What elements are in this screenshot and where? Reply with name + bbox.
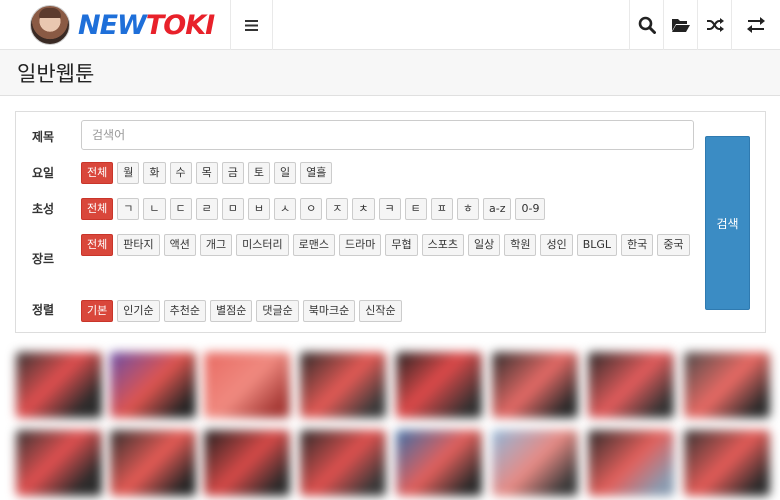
shuffle-icon — [706, 18, 724, 32]
genre-filter-chip[interactable]: 무협 — [385, 234, 418, 256]
sort-option-chip[interactable]: 기본 — [81, 300, 114, 322]
sort-option-chip[interactable]: 별점순 — [210, 300, 253, 322]
title-label: 제목 — [32, 130, 55, 144]
genre-filter-chip[interactable]: 개그 — [199, 234, 233, 256]
initial-filter-chip[interactable]: ㄱ — [117, 198, 140, 220]
day-filter-chip[interactable]: 목 — [195, 162, 218, 184]
page-title: 일반웹툰 — [17, 62, 95, 86]
initial-filter-chip[interactable]: ㅈ — [326, 198, 349, 220]
genre-filter-chip[interactable]: 드라마 — [338, 234, 382, 256]
swap-icon — [747, 17, 765, 33]
genre-filter-chip[interactable]: 중국 — [657, 234, 690, 256]
hamburger-icon — [245, 19, 258, 31]
webtoon-thumbnail[interactable] — [396, 430, 482, 496]
folder-button[interactable] — [663, 0, 697, 50]
initial-filter-chip[interactable]: a-z — [483, 198, 512, 220]
webtoon-thumbnail[interactable] — [588, 430, 674, 496]
initial-filter-group: 전체 ㄱㄴㄷㄹㅁㅂㅅㅇㅈㅊㅋㅌㅍㅎ a-z 0-9 — [81, 198, 691, 220]
initial-filter-chip[interactable]: ㅌ — [404, 198, 427, 220]
day-filter-chip[interactable]: 일 — [274, 162, 297, 184]
initial-label: 초성 — [32, 202, 55, 216]
genre-filter-chip[interactable]: 판타지 — [117, 234, 160, 256]
genre-filter-chip[interactable]: 미스터리 — [236, 234, 289, 256]
search-icon — [638, 16, 656, 34]
genre-filter-chip[interactable]: 스포츠 — [421, 234, 464, 256]
webtoon-thumbnail[interactable] — [492, 352, 578, 418]
initial-filter-chip[interactable]: ㅂ — [247, 198, 270, 220]
sort-option-chip[interactable]: 댓글순 — [256, 300, 299, 322]
initial-filter-chip[interactable]: 0-9 — [515, 198, 546, 220]
genre-label: 장르 — [32, 252, 55, 266]
initial-filter-chip[interactable]: ㅋ — [378, 198, 401, 220]
day-filter-chip[interactable]: 전체 — [81, 162, 114, 184]
genre-filter-chip[interactable]: 한국 — [621, 234, 654, 256]
webtoon-thumbnail[interactable] — [300, 430, 386, 496]
day-filter-chip[interactable]: 금 — [221, 162, 244, 184]
day-filter-chip[interactable]: 토 — [247, 162, 270, 184]
day-filter-chip[interactable]: 화 — [143, 162, 166, 184]
logo-text: NEWTOKI — [78, 9, 215, 41]
sort-filter-group: 기본 인기순 추천순 별점순 댓글순 북마크순 신작순 — [81, 300, 691, 322]
webtoon-thumbnail[interactable] — [16, 352, 102, 418]
sort-option-chip[interactable]: 신작순 — [359, 300, 402, 322]
genre-filter-chip[interactable]: 학원 — [504, 234, 537, 256]
search-submit-button[interactable]: 검색 — [705, 136, 750, 310]
genre-filter-chip[interactable]: 일상 — [467, 234, 501, 256]
webtoon-thumbnail[interactable] — [204, 352, 290, 418]
webtoon-thumbnail[interactable] — [204, 430, 290, 496]
day-filter-chip[interactable]: 월 — [117, 162, 140, 184]
genre-filter-chip[interactable]: 전체 — [81, 234, 114, 256]
exchange-button[interactable] — [731, 0, 780, 50]
genre-filter-chip[interactable]: 로맨스 — [292, 234, 335, 256]
genre-filter-chip[interactable]: 액션 — [163, 234, 196, 256]
genre-filter-chip[interactable]: BLGL — [576, 234, 618, 256]
search-filter-panel: 제목 요일 전체월화수목금토일열흘 초성 전체ㄱㄴㄷㄹㅁㅂㅅㅇㅈㅊㅋㅌㅍㅎa-z… — [15, 111, 766, 333]
initial-filter-chip[interactable]: ㄷ — [169, 198, 192, 220]
webtoon-thumbnail[interactable] — [684, 352, 770, 418]
day-filter-chip[interactable]: 수 — [169, 162, 192, 184]
sort-option-chip[interactable]: 인기순 — [117, 300, 160, 322]
webtoon-thumbnail[interactable] — [588, 352, 674, 418]
initial-filter-chip[interactable]: ㅊ — [352, 198, 375, 220]
webtoon-thumbnail[interactable] — [300, 352, 386, 418]
initial-filter-chip[interactable]: ㅅ — [274, 198, 297, 220]
initial-filter-chip[interactable]: ㅁ — [221, 198, 244, 220]
initial-filter-chip[interactable]: ㅍ — [430, 198, 453, 220]
top-navbar: NEWTOKI — [0, 0, 780, 50]
menu-toggle-button[interactable] — [230, 0, 273, 50]
webtoon-thumbnail[interactable] — [684, 430, 770, 496]
site-logo[interactable]: NEWTOKI — [30, 5, 215, 45]
folder-open-icon — [671, 19, 690, 32]
webtoon-thumbnail-grid — [14, 346, 780, 500]
initial-filter-chip[interactable]: ㄹ — [195, 198, 218, 220]
sort-label: 정렬 — [32, 303, 55, 317]
day-filter-group: 전체 월 화 수 목 금 토 일 열흘 — [81, 162, 691, 184]
initial-filter-chip[interactable]: ㅇ — [300, 198, 323, 220]
webtoon-thumbnail[interactable] — [110, 430, 196, 496]
search-input[interactable] — [81, 120, 694, 150]
random-button[interactable] — [697, 0, 731, 50]
webtoon-thumbnail[interactable] — [396, 352, 482, 418]
initial-filter-chip[interactable]: ㅎ — [456, 198, 479, 220]
initial-filter-chip[interactable]: ㄴ — [143, 198, 166, 220]
page-title-bar: 일반웹툰 — [0, 50, 780, 96]
webtoon-thumbnail[interactable] — [110, 352, 196, 418]
webtoon-thumbnail[interactable] — [16, 430, 102, 496]
initial-filter-chip[interactable]: 전체 — [81, 198, 114, 220]
day-filter-chip[interactable]: 열흘 — [300, 162, 333, 184]
genre-filter-chip[interactable]: 성인 — [540, 234, 573, 256]
webtoon-thumbnail[interactable] — [492, 430, 578, 496]
search-button[interactable] — [629, 0, 663, 50]
genre-filter-group: 전체 판타지 액션 개그 미스터리 로맨스 드라마 무협 스포츠 일상 학원 성인 BLGL 한국 중국 — [81, 234, 693, 256]
sort-option-chip[interactable]: 추천순 — [163, 300, 206, 322]
sort-option-chip[interactable]: 북마크순 — [302, 300, 356, 322]
logo-mascot-icon — [30, 5, 70, 45]
day-label: 요일 — [32, 166, 55, 180]
